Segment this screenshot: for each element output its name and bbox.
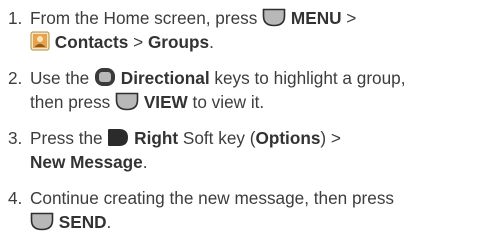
step-text: Soft key ( — [182, 128, 256, 148]
step-text: Continue creating the new message, then … — [30, 188, 395, 208]
send-key-label: SEND — [58, 212, 107, 232]
menu-key-label: MENU — [290, 8, 342, 28]
step-2: 2. Use the Directional keys to highlight… — [8, 66, 500, 114]
instruction-list: 1. From the Home screen, press MENU > Co… — [8, 6, 500, 234]
contacts-label: Contacts — [54, 32, 129, 52]
step-text: ) > — [320, 128, 341, 148]
step-text: then press — [30, 92, 111, 112]
step-text: Use the — [30, 68, 90, 88]
step-4: 4. Continue creating the new message, th… — [8, 186, 500, 234]
step-text: keys to highlight a group, — [214, 68, 406, 88]
period: . — [209, 32, 214, 52]
view-key-label: VIEW — [143, 92, 188, 112]
step-number: 2. — [8, 68, 23, 88]
step-1: 1. From the Home screen, press MENU > Co… — [8, 6, 500, 54]
step-number: 1. — [8, 8, 23, 28]
right-key-label: Right — [134, 128, 179, 148]
soft-key-icon — [30, 212, 54, 231]
directional-key-icon — [94, 67, 116, 87]
separator: > — [133, 32, 144, 52]
step-number: 4. — [8, 188, 23, 208]
new-message-label: New Message — [30, 152, 143, 172]
step-3: 3. Press the Right Soft key (Options) > … — [8, 126, 500, 174]
contacts-app-icon — [30, 31, 50, 51]
separator: > — [346, 8, 357, 28]
groups-label: Groups — [147, 32, 210, 52]
options-label: Options — [255, 128, 321, 148]
directional-key-label: Directional — [120, 68, 210, 88]
period: . — [106, 212, 112, 232]
period: . — [142, 152, 148, 172]
soft-key-icon — [115, 92, 139, 111]
step-number: 3. — [8, 128, 23, 148]
step-text: Press the — [30, 128, 103, 148]
right-soft-key-icon — [107, 128, 129, 147]
step-text: to view it. — [192, 92, 265, 112]
soft-key-icon — [262, 8, 286, 27]
step-text: From the Home screen, press — [30, 8, 258, 28]
